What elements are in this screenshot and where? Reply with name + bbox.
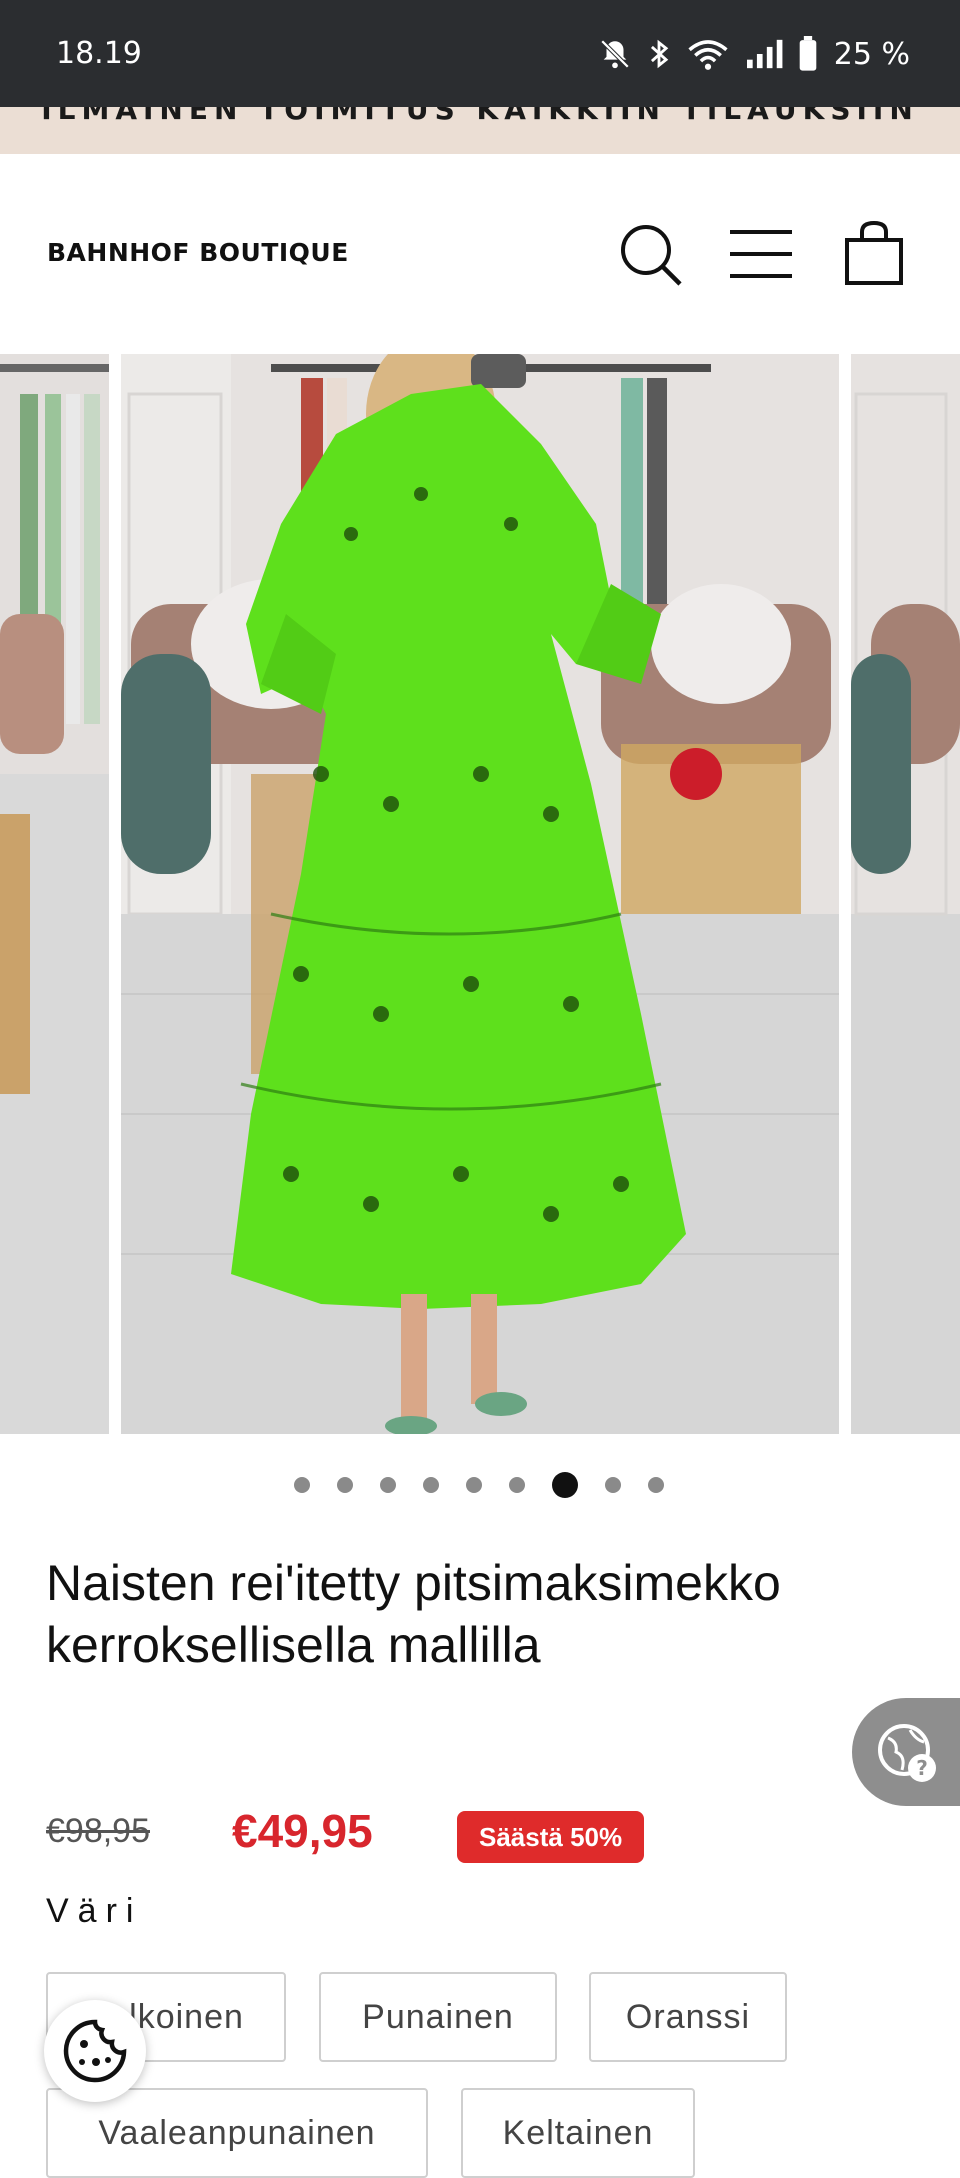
gallery-slide-active[interactable] — [121, 354, 839, 1434]
pagination-dot[interactable] — [605, 1477, 621, 1493]
slide-image-previous — [0, 354, 109, 1434]
pagination-dot[interactable] — [294, 1477, 310, 1493]
color-option-label: Väri — [46, 1892, 143, 1930]
color-option-yellow[interactable]: Keltainen — [461, 2088, 695, 2178]
color-option-red[interactable]: Punainen — [319, 1972, 557, 2062]
signal-icon — [746, 39, 783, 69]
status-bar: 18.19 25 % — [0, 0, 960, 107]
pagination-dot-active[interactable] — [552, 1472, 578, 1498]
menu-icon[interactable] — [728, 226, 794, 282]
cart-icon[interactable] — [844, 220, 904, 286]
pagination-dot[interactable] — [466, 1477, 482, 1493]
globe-help-icon: ? — [878, 1724, 936, 1782]
svg-text:?: ? — [916, 1756, 928, 1780]
bluetooth-icon — [650, 39, 669, 69]
pagination-dot[interactable] — [509, 1477, 525, 1493]
color-option-pink[interactable]: Vaaleanpunainen — [46, 2088, 428, 2178]
battery-level: 25 % — [833, 36, 910, 72]
slide-image-next — [851, 354, 960, 1434]
status-icons: 25 % — [598, 34, 910, 74]
language-help-button[interactable]: ? — [852, 1698, 960, 1806]
pagination-dot[interactable] — [380, 1477, 396, 1493]
gallery-pagination[interactable] — [0, 1470, 960, 1500]
announcement-bar[interactable]: ILMAINEN TOIMITUS KAIKKIIN TILAUKSIIN — [0, 107, 960, 154]
pagination-dot[interactable] — [648, 1477, 664, 1493]
site-header: BAHNHOF BOUTIQUE — [0, 154, 960, 354]
product-title: Naisten rei'itetty pitsimaksimekko kerro… — [46, 1555, 781, 1673]
sale-price: €49,95 — [232, 1805, 373, 1857]
store-logo[interactable]: BAHNHOF BOUTIQUE — [47, 238, 349, 267]
discount-badge: Säästä 50% — [457, 1811, 645, 1863]
status-time: 18.19 — [56, 36, 142, 71]
pagination-dot[interactable] — [337, 1477, 353, 1493]
pagination-dot[interactable] — [423, 1477, 439, 1493]
notifications-muted-icon — [600, 39, 630, 69]
wifi-icon — [688, 40, 728, 70]
cookie-settings-button[interactable] — [44, 2000, 146, 2102]
announcement-text: ILMAINEN TOIMITUS KAIKKIIN TILAUKSIIN — [41, 107, 919, 126]
original-price: €98,95 — [46, 1812, 150, 1850]
gallery-slide-next[interactable] — [851, 354, 960, 1434]
product-image-gallery[interactable] — [0, 354, 960, 1434]
color-option-orange[interactable]: Oranssi — [589, 1972, 787, 2062]
product-photo-green-dress — [121, 354, 839, 1434]
gallery-slide-previous[interactable] — [0, 354, 109, 1434]
battery-icon — [799, 36, 817, 71]
cookie-icon — [63, 2019, 127, 2083]
search-icon[interactable] — [618, 222, 684, 288]
